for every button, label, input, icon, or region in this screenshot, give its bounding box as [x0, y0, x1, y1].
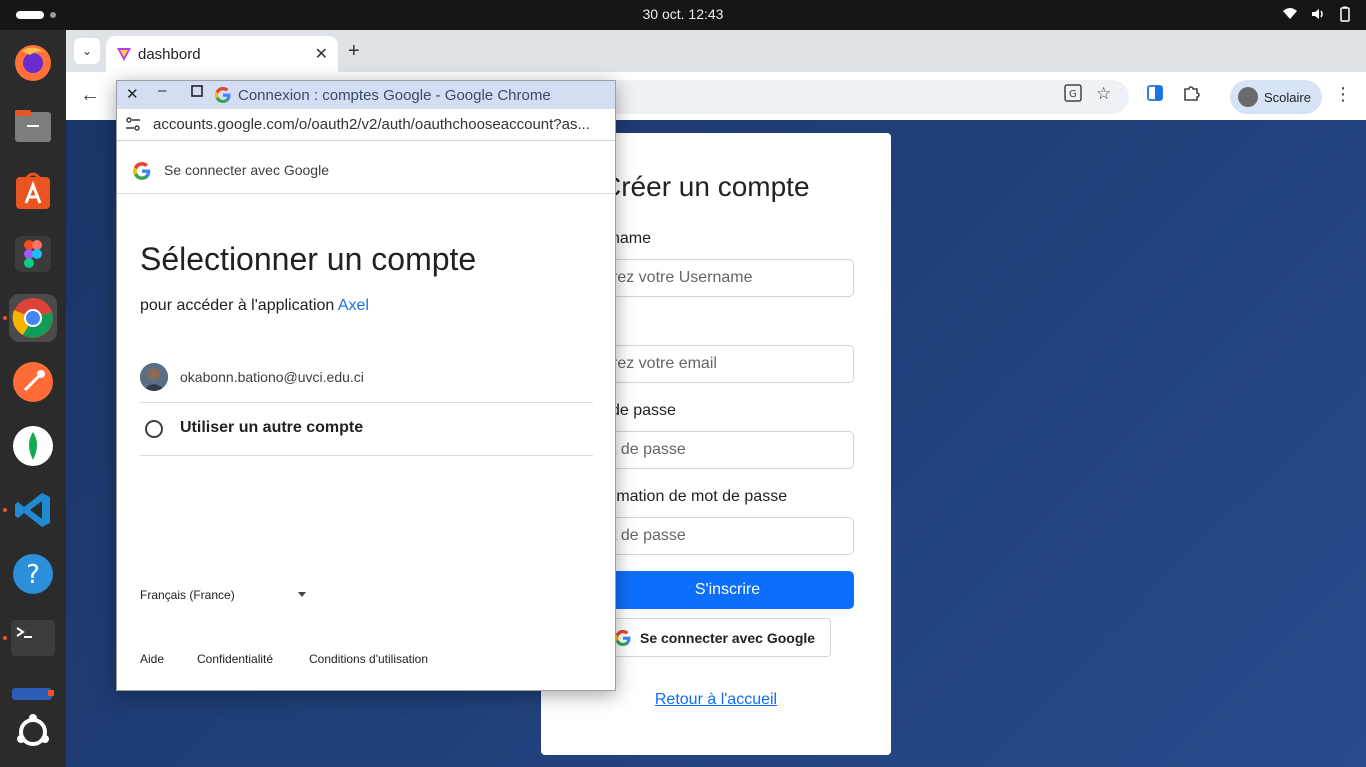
popup-url: accounts.google.com/o/oauth2/v2/auth/oau… [153, 116, 590, 133]
account-email: okabonn.bationo@uvci.edu.ci [180, 369, 364, 385]
maximize-icon[interactable] [191, 84, 203, 101]
firefox-icon[interactable] [9, 38, 57, 86]
site-settings-icon[interactable] [125, 117, 141, 134]
side-panel-icon[interactable] [1146, 84, 1164, 107]
signin-header-text: Se connecter avec Google [164, 162, 329, 178]
google-logo-icon [133, 162, 151, 180]
google-signin-button[interactable]: Se connecter avec Google [601, 618, 831, 657]
new-tab-button[interactable]: + [348, 40, 360, 63]
app-center-icon[interactable] [9, 166, 57, 214]
vscode-running-indicator [3, 508, 7, 512]
figma-icon[interactable] [9, 230, 57, 278]
svg-text:?: ? [26, 560, 40, 590]
vscode-icon[interactable] [9, 486, 57, 534]
popup-window-title: Connexion : comptes Google - Google Chro… [214, 86, 551, 104]
chevron-down-icon: ⌄ [81, 44, 93, 58]
chrome-icon[interactable] [9, 294, 57, 342]
back-arrow-icon[interactable]: ← [80, 84, 100, 107]
svg-text:G: G [1069, 89, 1077, 100]
popup-title-text: Connexion : comptes Google - Google Chro… [238, 86, 551, 104]
terminal-running-indicator [3, 636, 7, 640]
translate-icon[interactable]: G [1064, 84, 1082, 107]
popup-titlebar[interactable]: ✕ – Connexion : comptes Google - Google … [117, 81, 615, 109]
minimize-icon[interactable]: – [158, 82, 166, 99]
avatar [1238, 87, 1258, 107]
files-icon[interactable] [9, 102, 57, 150]
help-link[interactable]: Aide [140, 652, 164, 666]
tab-title: dashbord [138, 46, 201, 63]
wifi-icon[interactable] [1282, 6, 1298, 26]
postman-icon[interactable] [9, 358, 57, 406]
vite-favicon-icon [117, 48, 131, 61]
use-another-account-button[interactable]: Utiliser un autre compte [140, 403, 593, 456]
system-top-bar: 30 oct. 12:43 [0, 0, 1366, 30]
password-label: de passe [611, 402, 676, 419]
help-icon[interactable]: ? [9, 550, 57, 598]
popup-url-bar[interactable]: accounts.google.com/o/oauth2/v2/auth/oau… [117, 109, 615, 141]
privacy-link[interactable]: Confidentialité [197, 652, 273, 666]
bookmark-star-icon[interactable]: ☆ [1096, 84, 1111, 104]
select-account-subtitle: pour accéder à l'application Axel [140, 297, 369, 315]
dock: ? [0, 30, 66, 767]
confirm-password-input[interactable]: t de passe [601, 517, 854, 555]
password-input[interactable]: t de passe [601, 431, 854, 469]
close-icon[interactable]: ✕ [126, 85, 139, 103]
google-button-label: Se connecter avec Google [640, 629, 816, 646]
google-signin-popup: ✕ – Connexion : comptes Google - Google … [116, 80, 616, 691]
app-name-link[interactable]: Axel [338, 297, 369, 314]
use-another-account-label: Utiliser un autre compte [180, 419, 364, 436]
kebab-menu-icon[interactable]: ⋮ [1334, 84, 1352, 105]
terminal-icon[interactable] [9, 614, 57, 662]
profile-button[interactable]: Scolaire [1230, 80, 1322, 114]
account-list-item[interactable]: okabonn.bationo@uvci.edu.ci [140, 351, 593, 403]
chrome-running-indicator [3, 316, 7, 320]
google-logo-icon [214, 86, 231, 104]
browser-tab-strip: ⌄ dashbord ✕ + [66, 30, 1366, 72]
avatar [140, 363, 168, 391]
close-tab-icon[interactable]: ✕ [315, 44, 328, 64]
confirm-password-label: rmation de mot de passe [611, 488, 788, 505]
account-circle-icon [145, 420, 163, 438]
tab-search-button[interactable]: ⌄ [74, 38, 100, 64]
clock[interactable]: 30 oct. 12:43 [0, 6, 1366, 22]
google-signin-header: Se connecter avec Google [117, 142, 615, 194]
page-title: Créer un compte [601, 171, 810, 202]
profile-name: Scolaire [1264, 89, 1311, 105]
volume-icon[interactable] [1310, 6, 1326, 26]
subtitle-prefix: pour accéder à l'application [140, 297, 335, 314]
show-apps-icon[interactable] [9, 708, 57, 756]
terms-link[interactable]: Conditions d'utilisation [309, 652, 428, 666]
back-home-link[interactable]: Retour à l'accueil [541, 691, 891, 709]
username-label: name [611, 230, 652, 247]
extensions-puzzle-icon[interactable] [1182, 84, 1200, 107]
select-account-heading: Sélectionner un compte [140, 241, 477, 277]
username-input[interactable]: rez votre Username [601, 259, 854, 297]
tab-dashbord[interactable]: dashbord ✕ [106, 36, 338, 72]
battery-icon[interactable] [1338, 6, 1352, 26]
google-logo-icon [614, 629, 631, 646]
signup-button[interactable]: S'inscrire [601, 571, 854, 609]
mongodb-compass-icon[interactable] [9, 422, 57, 470]
system-tray[interactable] [1282, 6, 1352, 26]
language-selector[interactable]: Français (France) [140, 588, 235, 602]
email-input[interactable]: rez votre email [601, 345, 854, 383]
caret-down-icon[interactable] [298, 592, 306, 597]
